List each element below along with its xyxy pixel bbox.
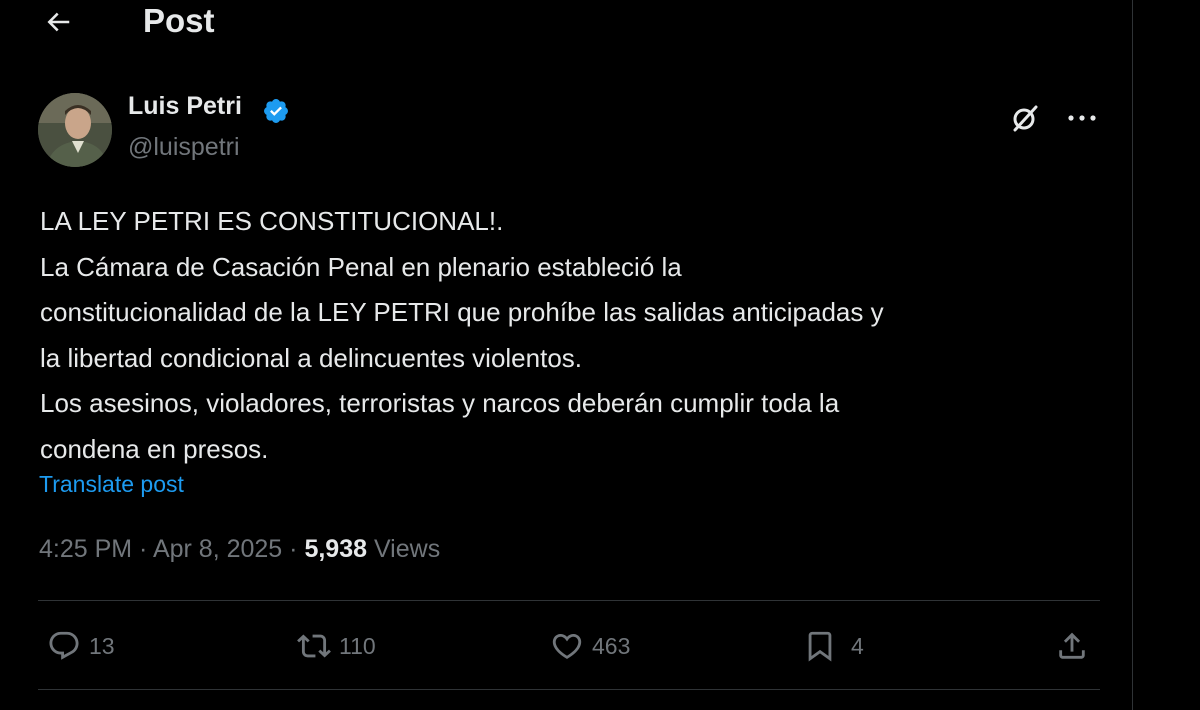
post-line: condena en presos.: [40, 433, 269, 464]
post-date[interactable]: Apr 8, 2025: [153, 535, 282, 563]
repost-button[interactable]: 110: [297, 626, 376, 666]
author-name[interactable]: Luis Petri: [128, 92, 242, 121]
more-button[interactable]: [1062, 100, 1102, 136]
header: Post: [0, 0, 1132, 46]
like-button[interactable]: 463: [550, 626, 630, 666]
post-text: LA LEY PETRI ES CONSTITUCIONAL!. La Cáma…: [40, 199, 1110, 473]
translate-post-link[interactable]: Translate post: [39, 471, 184, 498]
reply-button[interactable]: 13: [47, 626, 115, 666]
author-handle[interactable]: @luispetri: [128, 133, 240, 162]
like-count: 463: [592, 632, 631, 659]
views-label: Views: [373, 535, 441, 563]
reply-count: 13: [89, 632, 115, 659]
post-line: LA LEY PETRI ES CONSTITUCIONAL!.: [40, 206, 504, 236]
separator: ·: [282, 535, 305, 563]
bookmark-count: 4: [851, 632, 864, 659]
divider: [38, 689, 1100, 690]
more-horizontal-icon: [1068, 115, 1096, 121]
heart-icon: [552, 633, 582, 659]
sidebar-edge: [1133, 0, 1200, 710]
arrow-left-icon: [47, 12, 70, 32]
page-title: Post: [143, 2, 215, 39]
action-bar: 13 110 463 4: [0, 600, 1132, 690]
repost-icon: [297, 634, 331, 658]
post-meta: 4:25 PM · Apr 8, 2025 · 5,938 Views: [39, 535, 440, 564]
verified-badge-icon: [262, 97, 290, 125]
reply-icon: [49, 631, 79, 660]
post-line: la libertad condicional a delincuentes v…: [40, 342, 583, 373]
post-line: Los asesinos, violadores, terroristas y …: [40, 388, 840, 419]
repost-count: 110: [339, 632, 376, 659]
grok-button[interactable]: [1007, 100, 1043, 136]
avatar[interactable]: [38, 93, 112, 167]
views-count: 5,938: [304, 535, 367, 563]
post-line: La Cámara de Casación Penal en plenario …: [40, 251, 682, 282]
back-button[interactable]: [40, 4, 76, 40]
post-line: constitucionalidad de la LEY PETRI que p…: [40, 297, 884, 328]
grok-icon: [1013, 105, 1038, 132]
bookmark-button[interactable]: 4: [803, 626, 864, 666]
post-time[interactable]: 4:25 PM: [39, 535, 132, 563]
post-column: Post Luis Petri @luispetri LA LEY PETRI …: [0, 0, 1133, 710]
avatar-image: [38, 93, 112, 167]
separator: ·: [132, 535, 153, 563]
share-button[interactable]: [1055, 626, 1097, 666]
share-icon: [1059, 632, 1085, 659]
bookmark-icon: [808, 631, 832, 662]
